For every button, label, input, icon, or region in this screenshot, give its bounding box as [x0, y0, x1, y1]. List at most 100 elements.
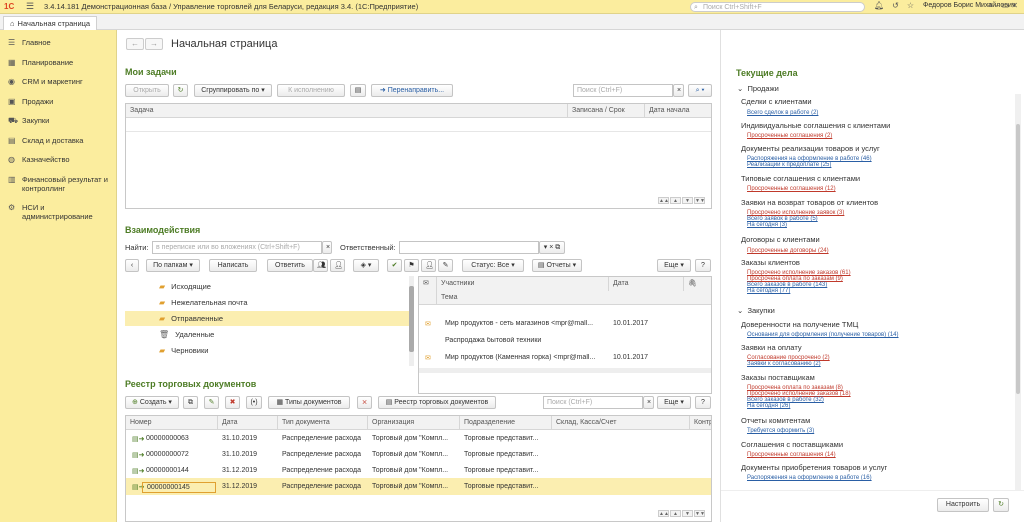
sidebar-item-main[interactable]: ☰ Главное — [0, 34, 116, 54]
user-icon[interactable]: 👤︎ — [421, 259, 436, 272]
registry-more-button[interactable]: Еще ▾ — [657, 396, 691, 409]
task-link[interactable]: Основания для оформления (получение това… — [747, 332, 899, 338]
task-link[interactable]: Просроченные соглашения (12) — [747, 186, 836, 192]
interactions-help-button[interactable]: ? — [695, 259, 711, 272]
find-input[interactable]: в переписке или во вложениях (Ctrl+Shift… — [152, 241, 322, 254]
interactions-more-button[interactable]: Еще ▾ — [657, 259, 691, 272]
purchases-group-toggle[interactable]: ⌄ Закупки — [737, 306, 775, 315]
filter-clear-icon[interactable]: ⨯ — [357, 396, 372, 409]
clear-search-button[interactable]: × — [673, 84, 684, 97]
to-execution-button[interactable]: К исполнению — [277, 84, 345, 97]
edit-icon[interactable]: ✎ — [204, 396, 219, 409]
row-subject[interactable]: Распродажа бытовой техники — [441, 337, 541, 344]
bell-icon[interactable]: 🔔︎ — [874, 1, 884, 10]
task-link[interactable]: Требуется оформить (3) — [747, 428, 814, 434]
col-organization[interactable]: Организация — [368, 416, 460, 430]
create-button[interactable]: ⊕ Создать ▾ — [125, 396, 179, 409]
reply-button[interactable]: Ответить — [267, 259, 313, 272]
col-stock[interactable]: Склад, Касса/Счет — [552, 416, 690, 430]
menu-icon[interactable]: ☰ — [26, 1, 36, 12]
registry-scroll-buttons[interactable]: ▲▲ ▲ ▼ ▼▼ — [658, 510, 705, 517]
task-link[interactable]: Просроченные соглашения (2) — [747, 133, 832, 139]
row-participants[interactable]: Мир продуктов (Каменная горка) <mpr@mall… — [441, 354, 609, 361]
registry-report-button[interactable]: ▤ Реестр торговых документов — [378, 396, 496, 409]
responsible-input[interactable] — [399, 241, 539, 254]
search-options-button[interactable]: ⌕ ▾ — [688, 84, 712, 97]
check-icon[interactable]: ✔ — [387, 259, 402, 272]
more-icon[interactable]: ≡ — [988, 1, 993, 10]
sidebar-item-treasury[interactable]: ◍ Казначейство — [0, 151, 116, 171]
task-icon-button[interactable]: ▤ — [350, 84, 366, 97]
row-number[interactable]: 00000000144 — [142, 467, 189, 474]
task-link[interactable]: Распоряжения на оформление в работе (16) — [747, 475, 872, 481]
redirect-button[interactable]: ➜ Перенаправить... — [371, 84, 453, 97]
task-link[interactable]: На сегодня (77) — [747, 288, 790, 294]
col-start-date[interactable]: Дата начала — [645, 104, 711, 118]
close-icon[interactable]: ✕ — [1011, 1, 1018, 10]
flag-icon[interactable]: ⚑ — [404, 259, 419, 272]
global-search-input[interactable]: ⌕ Поиск Ctrl+Shift+F — [690, 2, 865, 12]
registry-help-button[interactable]: ? — [695, 396, 711, 409]
person-icon[interactable]: 👤︎ — [330, 259, 345, 272]
col-date[interactable]: Дата — [609, 277, 684, 291]
tab-home[interactable]: ⌂ Начальная страница — [3, 16, 98, 30]
back-button[interactable]: ← — [126, 38, 144, 50]
delete-mark-icon[interactable]: ✖ — [225, 396, 240, 409]
sidebar-item-sales[interactable]: ▣ Продажи — [0, 93, 116, 113]
copy-icon[interactable]: ⧉ — [183, 396, 198, 409]
row-number[interactable]: 00000000145 — [142, 482, 216, 493]
sidebar-item-admin[interactable]: ⚙ НСИ и администрирование — [0, 199, 116, 227]
tools-button[interactable]: ◈ ▾ — [353, 259, 379, 272]
status-filter-button[interactable]: Статус: Все ▾ — [462, 259, 524, 272]
tasks-search-input[interactable]: Поиск (Ctrl+F) — [573, 84, 673, 97]
sidebar-item-finance[interactable]: ▥ Финансовый результат и контроллинг — [0, 171, 116, 199]
edit-icon[interactable]: ✎ — [438, 259, 453, 272]
forward-button[interactable]: → — [145, 38, 163, 50]
row-participants[interactable]: Мир продуктов - сеть магазинов <mpr@mall… — [441, 320, 609, 327]
folder-spam[interactable]: ▰ Нежелательная почта — [159, 298, 248, 307]
registry-search-input[interactable]: Поиск (Ctrl+F) — [543, 396, 643, 409]
find-clear-button[interactable]: × — [322, 241, 332, 254]
row-number[interactable]: 00000000063 — [142, 435, 189, 442]
col-contractor[interactable]: Контр — [690, 416, 711, 430]
minimize-icon[interactable]: – — [995, 1, 999, 10]
configure-button[interactable]: Настроить — [937, 498, 989, 512]
folder-deleted[interactable]: 🗑︎ Удаленные — [159, 330, 214, 339]
col-subject[interactable]: Тема — [437, 291, 711, 305]
col-participants[interactable]: Участники — [437, 277, 609, 291]
task-link[interactable]: Просроченные договоры (24) — [747, 248, 829, 254]
col-task[interactable]: Задача — [126, 104, 568, 118]
doc-types-button[interactable]: ▦ Типы документов — [268, 396, 350, 409]
sidebar-item-warehouse[interactable]: ▤ Склад и доставка — [0, 132, 116, 152]
col-doc-type[interactable]: Тип документа — [278, 416, 368, 430]
row-number[interactable]: 00000000072 — [142, 451, 189, 458]
registry-clear-search-button[interactable]: × — [643, 396, 654, 409]
by-folders-button[interactable]: По папкам ▾ — [146, 259, 200, 272]
task-link[interactable]: Реализации к предоплате (25) — [747, 162, 831, 168]
group-by-button[interactable]: Сгруппировать по ▾ — [194, 84, 272, 97]
tasks-scroll-buttons[interactable]: ▲▲ ▲ ▼ ▼▼ — [658, 197, 705, 204]
task-link[interactable]: Просроченные соглашения (14) — [747, 452, 836, 458]
col-number[interactable]: Номер — [126, 416, 218, 430]
reports-button[interactable]: ▤ Отчеты ▾ — [532, 259, 582, 272]
col-date[interactable]: Дата — [218, 416, 278, 430]
task-link[interactable]: На сегодня (3) — [747, 222, 787, 228]
sidebar-item-purchases[interactable]: ⛟ Закупки — [0, 112, 116, 132]
refresh-icon[interactable]: ↻ — [993, 498, 1009, 512]
task-link[interactable]: Всего сделок в работе (2) — [747, 110, 818, 116]
refresh-button[interactable]: ↻ — [173, 84, 188, 97]
responsible-select-button[interactable]: ▾ × ⧉ — [539, 241, 565, 254]
contacts-icon[interactable]: 👥︎ — [313, 259, 328, 272]
task-link[interactable]: Заявки к согласованию (2) — [747, 361, 821, 367]
col-department[interactable]: Подразделение — [460, 416, 552, 430]
structure-icon[interactable]: (•) — [246, 396, 262, 409]
sidebar-item-crm[interactable]: ◉ CRM и маркетинг — [0, 73, 116, 93]
collapse-button[interactable]: ‹ — [125, 259, 139, 272]
task-link[interactable]: На сегодня (26) — [747, 403, 790, 409]
interactions-hscrollbar[interactable] — [419, 368, 711, 373]
folder-sent[interactable]: ▰ Отправленные — [159, 314, 223, 323]
write-button[interactable]: Написать — [209, 259, 257, 272]
folder-drafts[interactable]: ▰ Черновики — [159, 346, 208, 355]
current-tasks-scrollbar[interactable] — [1015, 94, 1021, 490]
col-written[interactable]: Записана / Срок — [568, 104, 645, 118]
